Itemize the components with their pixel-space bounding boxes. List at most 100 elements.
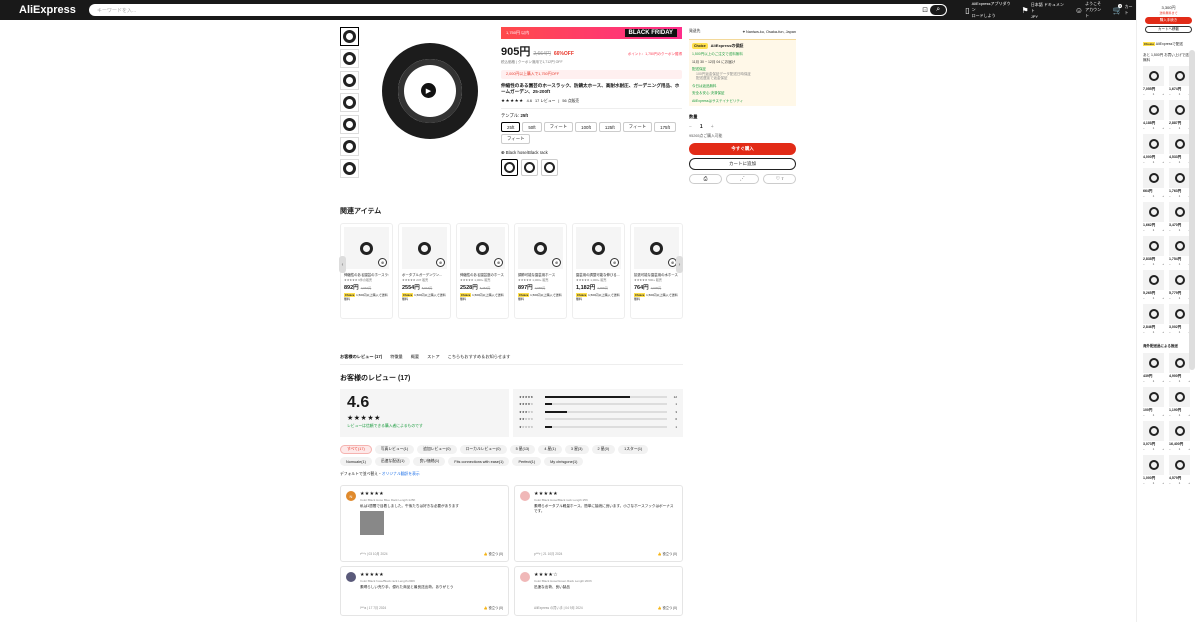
- sidebar-cart-item[interactable]: 3,002円−1+: [1169, 304, 1190, 334]
- search-button[interactable]: ⌕: [930, 5, 947, 15]
- decrease-button[interactable]: −: [1169, 160, 1171, 164]
- share-icon[interactable]: ⎙: [689, 174, 722, 184]
- decrease-button[interactable]: −: [1169, 413, 1171, 417]
- color-option[interactable]: [541, 159, 558, 176]
- review-filter-chip[interactable]: Fits connections with ease(1): [448, 457, 510, 466]
- verified-buyers-link[interactable]: レビューは信頼できる購入者によるものです: [347, 424, 502, 429]
- helpful-button[interactable]: 👍 役立つ (0): [658, 605, 677, 610]
- review-filter-chip[interactable]: すべて(17): [340, 445, 372, 454]
- decrease-button[interactable]: −: [1143, 228, 1145, 232]
- product-thumbnail[interactable]: [340, 27, 359, 46]
- sidebar-cart-item[interactable]: 1,763円−1+: [1169, 168, 1190, 198]
- increase-button[interactable]: +: [1162, 92, 1164, 96]
- increase-button[interactable]: +: [1162, 160, 1164, 164]
- increase-button[interactable]: +: [1162, 413, 1164, 417]
- sidebar-cart-item[interactable]: 1,190円 −1 +: [1169, 387, 1190, 417]
- network-icon[interactable]: ⋰: [726, 174, 759, 184]
- sidebar-cart-item[interactable]: 1,754円−1+: [1169, 236, 1190, 266]
- ship-to-row[interactable]: 発送先 ⌖ Naniwa-ku, Osaka-fun, Japan: [689, 27, 796, 36]
- increase-button[interactable]: +: [1162, 228, 1164, 232]
- review-filter-chip[interactable]: 写真レビュー(1): [374, 445, 415, 454]
- add-to-cart-icon[interactable]: ⊕: [378, 258, 387, 267]
- length-option[interactable]: 175ft: [654, 122, 676, 132]
- increase-button[interactable]: +: [1162, 126, 1164, 130]
- add-to-cart-icon[interactable]: ⊕: [610, 258, 619, 267]
- sidebar-cart-item[interactable]: 4,533円−1+: [1169, 134, 1190, 164]
- play-video-icon[interactable]: ▶: [420, 82, 437, 99]
- sidebar-cart-item[interactable]: 1,674円−1+: [1169, 66, 1190, 96]
- decrease-button[interactable]: −: [1143, 379, 1145, 383]
- length-option[interactable]: 50ft: [522, 122, 542, 132]
- account-link[interactable]: ☺ ようこそ アカウント: [1075, 1, 1105, 19]
- review-filter-chip[interactable]: 4 星(1): [538, 445, 562, 454]
- scrollbar[interactable]: [1189, 50, 1195, 370]
- related-item-card[interactable]: ⊕ 園芸用の調整可能な伸びる... ★★★★★ 1,000+ 販売 1,182円 2,9…: [572, 223, 625, 319]
- review-filter-chip[interactable]: Perfect(1): [512, 457, 542, 466]
- increase-button[interactable]: +: [1162, 262, 1164, 266]
- helpful-button[interactable]: 👍 役立つ (0): [658, 551, 677, 556]
- decrease-button[interactable]: −: [689, 124, 692, 130]
- increase-button[interactable]: +: [711, 124, 714, 130]
- related-item-card[interactable]: ⊕ 伸縮性のある園芸庭のホース ★★★★★ 1,000+ 販売 2528円 5,254円…: [456, 223, 509, 319]
- cart-link[interactable]: 🛒 0 カート: [1112, 3, 1136, 16]
- sidebar-cart-item[interactable]: 1,662円 −1 +: [1143, 202, 1164, 232]
- decrease-button[interactable]: −: [1169, 262, 1171, 266]
- wishlist-button[interactable]: ♡ 7: [763, 174, 796, 184]
- sidebar-cart-item[interactable]: 1,000円 −1 +: [1143, 455, 1164, 485]
- related-item-card[interactable]: ⊕ ポータブルガーデンワン... ★★★★★ 237 販売 2554円 5,616円 Ch…: [398, 223, 451, 319]
- review-filter-chip[interactable]: Nomuale(1): [340, 457, 372, 466]
- carousel-prev-button[interactable]: ‹: [339, 256, 346, 273]
- decrease-button[interactable]: −: [1169, 228, 1171, 232]
- add-to-cart-icon[interactable]: ⊕: [436, 258, 445, 267]
- decrease-button[interactable]: −: [1143, 92, 1145, 96]
- decrease-button[interactable]: −: [1143, 126, 1145, 130]
- add-to-cart-icon[interactable]: ⊕: [552, 258, 561, 267]
- sidebar-cart-item[interactable]: 5,779円−1+: [1169, 270, 1190, 300]
- decrease-button[interactable]: −: [1169, 194, 1171, 198]
- related-item-card[interactable]: ⊕ 拡張可能な園芸用の水ホース ★★★★★ 500+ 販売 764円 2,905円 Cho…: [630, 223, 683, 319]
- increase-button[interactable]: +: [1188, 447, 1190, 451]
- quantity-value[interactable]: 1: [700, 124, 703, 130]
- decrease-button[interactable]: −: [1169, 481, 1171, 485]
- increase-button[interactable]: +: [1162, 194, 1164, 198]
- tab-0[interactable]: お客様のレビュー (17): [340, 354, 382, 360]
- decrease-button[interactable]: −: [1169, 92, 1171, 96]
- product-thumbnail[interactable]: [340, 71, 359, 90]
- sidebar-cart-item[interactable]: 439円 −1 +: [1143, 353, 1164, 383]
- review-filter-chip[interactable]: My chrisgone(1): [544, 457, 584, 466]
- add-to-cart-icon[interactable]: ⊕: [494, 258, 503, 267]
- length-option[interactable]: 100ft: [575, 122, 597, 132]
- buy-now-button[interactable]: 今すぐ購入: [689, 143, 796, 155]
- decrease-button[interactable]: −: [1143, 296, 1145, 300]
- review-filter-chip[interactable]: 3 星(3): [564, 445, 589, 454]
- review-filter-chip[interactable]: 追加レビュー(0): [417, 445, 457, 454]
- show-original-link[interactable]: オリジナル翻訳を表示: [382, 472, 420, 476]
- color-option[interactable]: [521, 159, 538, 176]
- length-option[interactable]: フィート: [543, 122, 574, 132]
- review-filter-chip[interactable]: ローカルレビュー(0): [459, 445, 507, 454]
- sidebar-cart-item[interactable]: 2,846円 −1 +: [1143, 304, 1164, 334]
- sidebar-cart-item[interactable]: 4,000円 −1 +: [1143, 134, 1164, 164]
- add-to-cart-button[interactable]: カートに追加: [689, 158, 796, 170]
- app-download-link[interactable]: ▯ AliExpressアプリダウン ロードしよう: [965, 1, 1013, 19]
- increase-button[interactable]: +: [1162, 447, 1164, 451]
- product-thumbnail[interactable]: [340, 159, 359, 178]
- helpful-button[interactable]: 👍 役立つ (0): [484, 551, 503, 556]
- aliexpress-logo[interactable]: AliExpress: [19, 4, 78, 16]
- decrease-button[interactable]: −: [1143, 447, 1145, 451]
- decrease-button[interactable]: −: [1169, 330, 1171, 334]
- sidebar-cart-item[interactable]: 4,900円 −1 +: [1169, 353, 1190, 383]
- decrease-button[interactable]: −: [1143, 194, 1145, 198]
- tab-2[interactable]: 概要: [411, 354, 419, 360]
- product-thumbnail[interactable]: [340, 93, 359, 112]
- product-thumbnail[interactable]: [340, 137, 359, 156]
- increase-button[interactable]: +: [1188, 379, 1190, 383]
- review-filter-chip[interactable]: 1スター(1): [618, 445, 649, 454]
- sidebar-cart-item[interactable]: 100円 −1 +: [1143, 387, 1164, 417]
- sidebar-cart-item[interactable]: 7,055円 −1 +: [1143, 66, 1164, 96]
- length-option[interactable]: フィート: [501, 134, 531, 144]
- related-item-card[interactable]: ⊕ 調節可能な園芸用ホース ★★★★★ 1,000+ 販売 897円 2,655円 Cho…: [514, 223, 567, 319]
- decrease-button[interactable]: −: [1143, 413, 1145, 417]
- carousel-next-button[interactable]: ›: [676, 256, 683, 273]
- decrease-button[interactable]: −: [1143, 262, 1145, 266]
